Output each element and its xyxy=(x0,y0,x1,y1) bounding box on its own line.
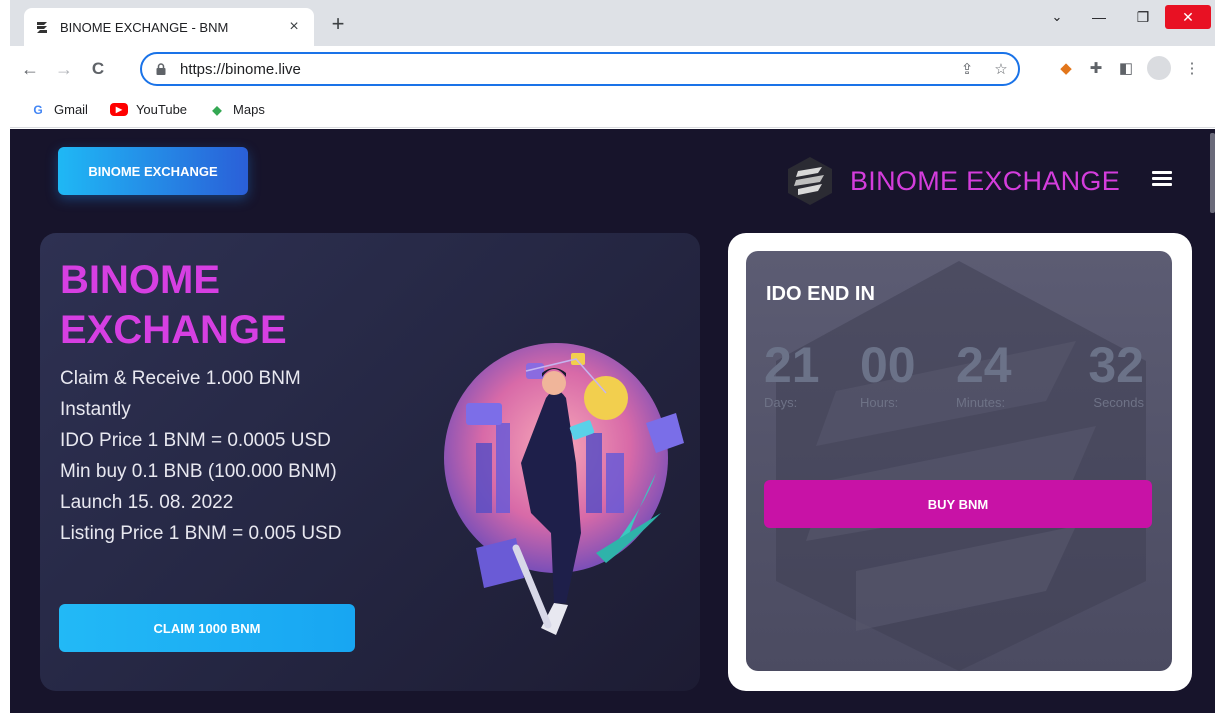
new-tab-button[interactable]: + xyxy=(326,12,350,36)
bookmark-gmail[interactable]: G Gmail xyxy=(30,102,88,118)
binome-logo-icon xyxy=(788,157,832,205)
extension-icons: ◆ ✚ ◧ ⋮ xyxy=(1051,56,1207,80)
hero-line: Claim & Receive 1.000 BNM xyxy=(60,368,301,389)
restore-button[interactable]: ❐ xyxy=(1121,9,1165,26)
hero-line: Min buy 0.1 BNB (100.000 BNM) xyxy=(60,461,337,482)
brand[interactable]: BINOME EXCHANGE xyxy=(784,155,1120,207)
hero-details: Claim & Receive 1.000 BNM Instantly IDO … xyxy=(60,363,341,549)
tab-search-icon[interactable]: ⌄ xyxy=(1037,9,1077,25)
countdown-days-label: Days: xyxy=(764,395,798,410)
countdown-seconds-label: Seconds xyxy=(1093,395,1144,410)
maps-icon: ◆ xyxy=(212,102,222,117)
tab-title: BINOME EXCHANGE - BNM xyxy=(60,19,229,35)
close-window-button[interactable]: ✕ xyxy=(1165,5,1211,29)
buy-bnm-button[interactable]: BUY BNM xyxy=(764,480,1152,528)
minimize-button[interactable]: — xyxy=(1077,9,1121,25)
window-controls: ⌄ — ❐ ✕ xyxy=(1037,0,1215,34)
hero-line: Listing Price 1 BNM = 0.005 USD xyxy=(60,523,342,544)
forward-button[interactable]: → xyxy=(50,59,78,80)
countdown-minutes-label: Minutes: xyxy=(956,395,1006,410)
profile-avatar[interactable] xyxy=(1147,56,1171,80)
countdown-hours-label: Hours: xyxy=(860,395,899,410)
bookmark-youtube[interactable]: ▶ YouTube xyxy=(109,102,188,117)
countdown-hours: 00 Hours: xyxy=(860,337,952,410)
metamask-icon[interactable]: ◆ xyxy=(1051,59,1081,77)
crypto-illustration xyxy=(444,343,684,635)
countdown-seconds: 32 Seconds xyxy=(1052,337,1144,410)
side-panel-icon[interactable]: ◧ xyxy=(1111,59,1141,77)
scroll-thumb[interactable] xyxy=(1210,133,1215,213)
share-icon[interactable]: ⇪ xyxy=(950,60,984,78)
menu-kebab-icon[interactable]: ⋮ xyxy=(1177,59,1207,77)
hero-card: BINOME EXCHANGE Claim & Receive 1.000 BN… xyxy=(40,233,700,691)
binome-logo-watermark xyxy=(776,261,1146,671)
extensions-puzzle-icon[interactable]: ✚ xyxy=(1081,59,1111,77)
ido-panel: IDO END IN 21 Days: 00 Hours: 24 Minutes… xyxy=(746,251,1172,671)
ido-card: IDO END IN 21 Days: 00 Hours: 24 Minutes… xyxy=(728,233,1192,691)
tab-strip: BINOME EXCHANGE - BNM × + ⌄ — ❐ ✕ xyxy=(10,0,1215,46)
bookmark-label: Maps xyxy=(233,102,265,117)
bookmark-maps[interactable]: ◆ Maps xyxy=(209,102,265,118)
hamburger-menu-icon[interactable] xyxy=(1152,171,1172,187)
reload-button[interactable]: C xyxy=(84,59,112,79)
countdown: 21 Days: 00 Hours: 24 Minutes: 32 Second… xyxy=(764,337,1144,410)
youtube-icon: ▶ xyxy=(109,103,128,116)
bookmark-star-icon[interactable]: ☆ xyxy=(984,60,1018,78)
countdown-hours-value: 00 xyxy=(860,337,916,393)
hero-line: IDO Price 1 BNM = 0.0005 USD xyxy=(60,430,331,451)
countdown-seconds-value: 32 xyxy=(1088,337,1144,393)
claim-button[interactable]: CLAIM 1000 BNM xyxy=(59,604,355,652)
bookmark-label: YouTube xyxy=(135,102,188,117)
binome-exchange-button[interactable]: BINOME EXCHANGE xyxy=(58,147,248,195)
countdown-days: 21 Days: xyxy=(764,337,856,410)
url-text: https://binome.live xyxy=(180,60,301,78)
hero-title-line1: BINOME xyxy=(60,258,220,302)
countdown-minutes-value: 24 xyxy=(956,337,1012,393)
hero-line: Launch 15. 08. 2022 xyxy=(60,492,234,513)
gmail-icon: G xyxy=(33,102,43,117)
tab-close-icon[interactable]: × xyxy=(284,18,304,36)
binome-logo-icon xyxy=(37,22,47,33)
address-bar[interactable]: https://binome.live ⇪ ☆ xyxy=(140,52,1020,86)
ido-title: IDO END IN xyxy=(766,283,875,305)
bookmark-label: Gmail xyxy=(54,102,88,117)
bookmarks-bar: G Gmail ▶ YouTube ◆ Maps xyxy=(10,92,1215,128)
scrollbar[interactable] xyxy=(1209,129,1215,713)
brand-name: BINOME EXCHANGE xyxy=(850,165,1121,196)
lock-icon xyxy=(156,63,166,75)
back-button[interactable]: ← xyxy=(16,59,44,80)
hero-line: Instantly xyxy=(60,399,131,420)
hero-title: BINOME EXCHANGE xyxy=(60,255,287,355)
countdown-minutes: 24 Minutes: xyxy=(956,337,1048,410)
hero-title-line2: EXCHANGE xyxy=(60,308,287,352)
page-viewport: BINOME EXCHANGE BINOME EXCHANGE BINOME E… xyxy=(10,129,1215,713)
browser-tab[interactable]: BINOME EXCHANGE - BNM × xyxy=(24,8,314,46)
browser-toolbar: ← → C https://binome.live ⇪ ☆ ◆ ✚ ◧ ⋮ xyxy=(10,46,1215,92)
countdown-days-value: 21 xyxy=(764,337,820,393)
